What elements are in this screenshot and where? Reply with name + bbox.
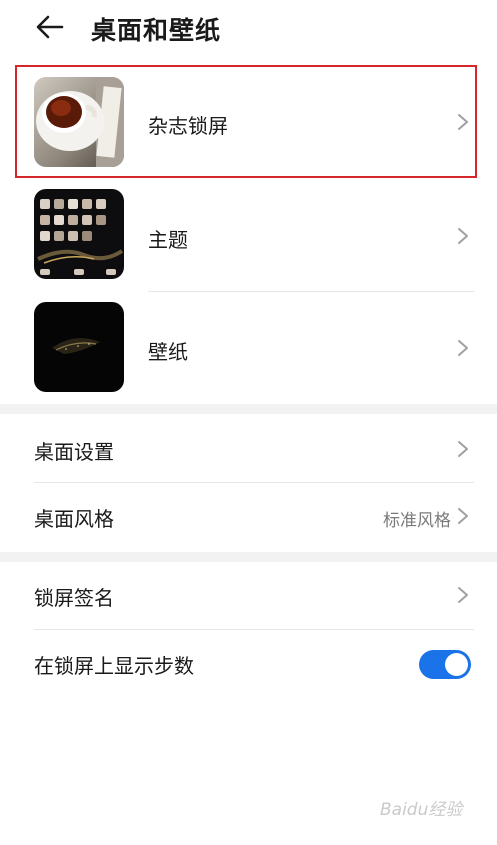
page-title: 桌面和壁纸 xyxy=(91,16,222,45)
chevron-right-icon xyxy=(458,228,468,244)
chevron-right-icon xyxy=(458,340,468,356)
theme-thumbnail xyxy=(34,189,124,279)
list-item-wallpaper[interactable]: 壁纸 xyxy=(0,292,497,402)
chevron-right-icon xyxy=(458,587,468,603)
arrow-left-icon xyxy=(36,15,64,39)
app-header: 桌面和壁纸 xyxy=(0,0,497,56)
desktop-style-label: 桌面风格 xyxy=(34,507,114,531)
section-separator xyxy=(0,404,497,414)
setting-desktop-style[interactable]: 桌面风格 标准风格 xyxy=(0,483,497,549)
magazine-lockscreen-label: 杂志锁屏 xyxy=(148,114,228,138)
chevron-right-icon xyxy=(458,441,468,457)
theme-label: 主题 xyxy=(148,228,188,252)
desktop-style-value: 标准风格 xyxy=(383,511,451,531)
show-steps-label: 在锁屏上显示步数 xyxy=(34,654,194,678)
lockscreen-signature-label: 锁屏签名 xyxy=(34,586,114,610)
back-button[interactable] xyxy=(30,10,70,44)
setting-lockscreen-signature[interactable]: 锁屏签名 xyxy=(0,562,497,628)
toggle-knob xyxy=(445,653,468,676)
chevron-right-icon xyxy=(458,508,468,524)
wallpaper-label: 壁纸 xyxy=(148,340,188,364)
list-item-magazine-lockscreen[interactable]: 杂志锁屏 xyxy=(0,66,497,176)
section-separator xyxy=(0,552,497,562)
setting-desktop-settings[interactable]: 桌面设置 xyxy=(0,416,497,482)
list-item-theme[interactable]: 主题 xyxy=(0,180,497,290)
wallpaper-thumbnail xyxy=(34,302,124,392)
chevron-right-icon xyxy=(458,114,468,130)
desktop-settings-label: 桌面设置 xyxy=(34,440,114,464)
setting-show-steps: 在锁屏上显示步数 xyxy=(0,630,497,696)
magazine-lockscreen-thumbnail xyxy=(34,77,124,167)
watermark-logo: Baidu经验 xyxy=(380,800,463,820)
show-steps-toggle[interactable] xyxy=(419,650,471,679)
